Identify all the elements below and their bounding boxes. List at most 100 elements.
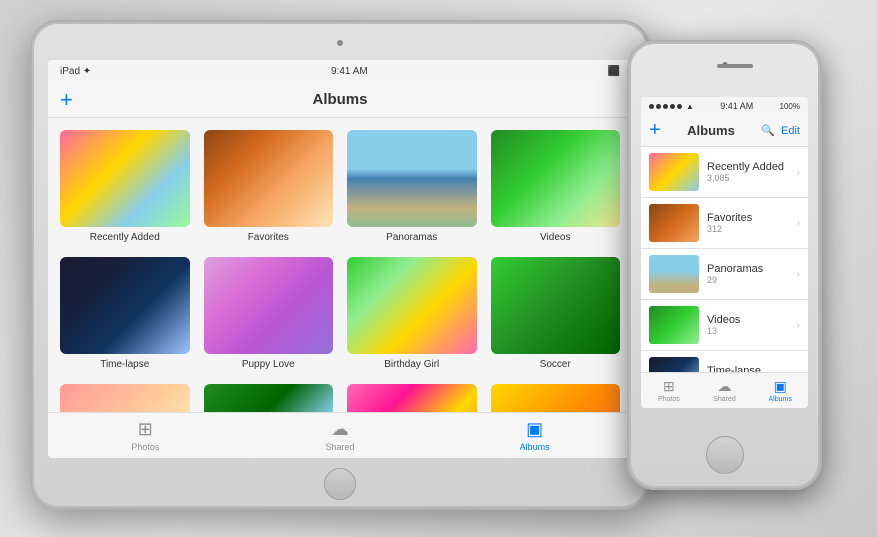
ipad-status-bar: iPad ✦ 9:41 AM ⬛ [48, 60, 632, 82]
chevron-right-icon-2: › [797, 218, 800, 229]
iphone-tab-photos-label: Photos [658, 396, 680, 403]
iphone-albums-icon: ▣ [774, 378, 787, 395]
iphone-name-panoramas: Panoramas [707, 263, 789, 275]
ipad-album-content: Recently Added Favorites Panoramas Video… [48, 118, 632, 412]
iphone-thumb-videos [649, 306, 699, 344]
iphone-tab-shared[interactable]: ☁ Shared [697, 378, 753, 403]
iphone-speaker [717, 64, 753, 68]
ipad-status-right: ⬛ [608, 66, 620, 77]
iphone-add-button[interactable]: + [649, 119, 661, 142]
album-item-soccer[interactable]: Soccer [491, 257, 621, 370]
album-name-favorites: Favorites [248, 232, 289, 243]
signal-dot-3 [663, 104, 668, 109]
iphone-nav-actions: 🔍 Edit [761, 124, 800, 137]
album-name-panoramas: Panoramas [386, 232, 437, 243]
ipad-tab-albums[interactable]: ▣ Albums [437, 419, 632, 452]
ipad-tab-shared[interactable]: ☁ Shared [243, 419, 438, 452]
ipad-vol-down [28, 157, 32, 182]
iphone-count-panoramas: 29 [707, 275, 789, 285]
album-name-recently-added: Recently Added [90, 232, 160, 243]
album-thumb-timelapse [60, 257, 190, 354]
iphone-list-item-recently-added[interactable]: Recently Added 3,085 › [641, 147, 808, 198]
chevron-right-icon-3: › [797, 269, 800, 280]
iphone-shared-icon: ☁ [718, 378, 732, 395]
album-thumb-r3c [347, 384, 477, 412]
iphone-nav-title: Albums [687, 123, 735, 138]
album-item-birthday[interactable]: Birthday Girl [347, 257, 477, 370]
iphone-tab-albums[interactable]: ▣ Albums [752, 378, 808, 403]
iphone-search-icon[interactable]: 🔍 [761, 124, 775, 137]
ipad-status-left: iPad ✦ [60, 66, 91, 77]
album-item-panoramas[interactable]: Panoramas [347, 130, 477, 243]
album-item-r3b[interactable] [204, 384, 334, 412]
album-thumb-r3a [60, 384, 190, 412]
ipad-status-center: 9:41 AM [331, 66, 368, 77]
iphone-thumb-panoramas [649, 255, 699, 293]
chevron-right-icon-4: › [797, 320, 800, 331]
album-thumb-r3d [491, 384, 621, 412]
iphone-list-item-timelapse[interactable]: Time-lapse 24 › [641, 351, 808, 372]
iphone-battery: 100% [780, 102, 800, 111]
iphone-list-item-videos[interactable]: Videos 13 › [641, 300, 808, 351]
album-thumb-videos [491, 130, 621, 227]
iphone-list-item-favorites[interactable]: Favorites 312 › [641, 198, 808, 249]
album-item-puppy[interactable]: Puppy Love [204, 257, 334, 370]
album-name-videos: Videos [540, 232, 570, 243]
iphone-thumb-recently-added [649, 153, 699, 191]
wifi-icon: ▲ [686, 102, 694, 111]
ipad-tab-albums-label: Albums [520, 442, 550, 452]
signal-dot-4 [670, 104, 675, 109]
iphone-info-favorites: Favorites 312 [707, 212, 789, 234]
album-item-timelapse[interactable]: Time-lapse [60, 257, 190, 370]
ipad-screen: iPad ✦ 9:41 AM ⬛ + Albums Recently Added [48, 60, 632, 458]
album-name-soccer: Soccer [540, 359, 571, 370]
signal-dots: ▲ [649, 102, 694, 111]
album-item-recently-added[interactable]: Recently Added [60, 130, 190, 243]
ipad-nav-bar: + Albums [48, 82, 632, 118]
iphone-nav-bar: + Albums 🔍 Edit [641, 115, 808, 147]
iphone-tab-photos[interactable]: ⊞ Photos [641, 378, 697, 403]
album-name-puppy: Puppy Love [242, 359, 295, 370]
ipad-vol-up [28, 122, 32, 147]
ipad-nav-title: Albums [312, 91, 367, 108]
album-thumb-recently-added [60, 130, 190, 227]
iphone-name-videos: Videos [707, 314, 789, 326]
ipad-tab-shared-label: Shared [325, 442, 354, 452]
album-item-r3d[interactable] [491, 384, 621, 412]
signal-dot-2 [656, 104, 661, 109]
signal-dot-1 [649, 104, 654, 109]
iphone-count-videos: 13 [707, 326, 789, 336]
album-item-favorites[interactable]: Favorites [204, 130, 334, 243]
iphone-list-item-panoramas[interactable]: Panoramas 29 › [641, 249, 808, 300]
album-name-timelapse: Time-lapse [100, 359, 149, 370]
ipad-home-button[interactable] [324, 468, 356, 500]
album-thumb-birthday [347, 257, 477, 354]
album-name-birthday: Birthday Girl [384, 359, 439, 370]
iphone-tab-shared-label: Shared [713, 396, 736, 403]
ipad-tab-photos[interactable]: ⊞ Photos [48, 419, 243, 452]
iphone-photos-icon: ⊞ [663, 378, 675, 395]
album-item-r3a[interactable] [60, 384, 190, 412]
album-item-r3c[interactable] [347, 384, 477, 412]
iphone-info-recently-added: Recently Added 3,085 [707, 161, 789, 183]
iphone-tab-albums-label: Albums [769, 396, 792, 403]
iphone-status-bar: ▲ 9:41 AM 100% [641, 97, 808, 115]
iphone-home-button[interactable] [706, 436, 744, 474]
iphone-count-recently-added: 3,085 [707, 173, 789, 183]
photos-icon: ⊞ [138, 419, 153, 440]
iphone-name-timelapse: Time-lapse [707, 365, 789, 372]
iphone-edit-button[interactable]: Edit [781, 125, 800, 137]
ipad-tab-photos-label: Photos [131, 442, 159, 452]
album-item-videos[interactable]: Videos [491, 130, 621, 243]
iphone-info-timelapse: Time-lapse 24 [707, 365, 789, 372]
iphone-name-favorites: Favorites [707, 212, 789, 224]
iphone-thumb-favorites [649, 204, 699, 242]
ipad-add-button[interactable]: + [60, 89, 73, 111]
iphone-album-list: Recently Added 3,085 › Favorites 312 › [641, 147, 808, 372]
iphone-info-videos: Videos 13 [707, 314, 789, 336]
iphone-count-favorites: 312 [707, 224, 789, 234]
ipad-camera [337, 40, 343, 46]
iphone-info-panoramas: Panoramas 29 [707, 263, 789, 285]
iphone-screen: ▲ 9:41 AM 100% + Albums 🔍 Edit Re [641, 97, 808, 408]
shared-icon: ☁ [331, 419, 349, 440]
